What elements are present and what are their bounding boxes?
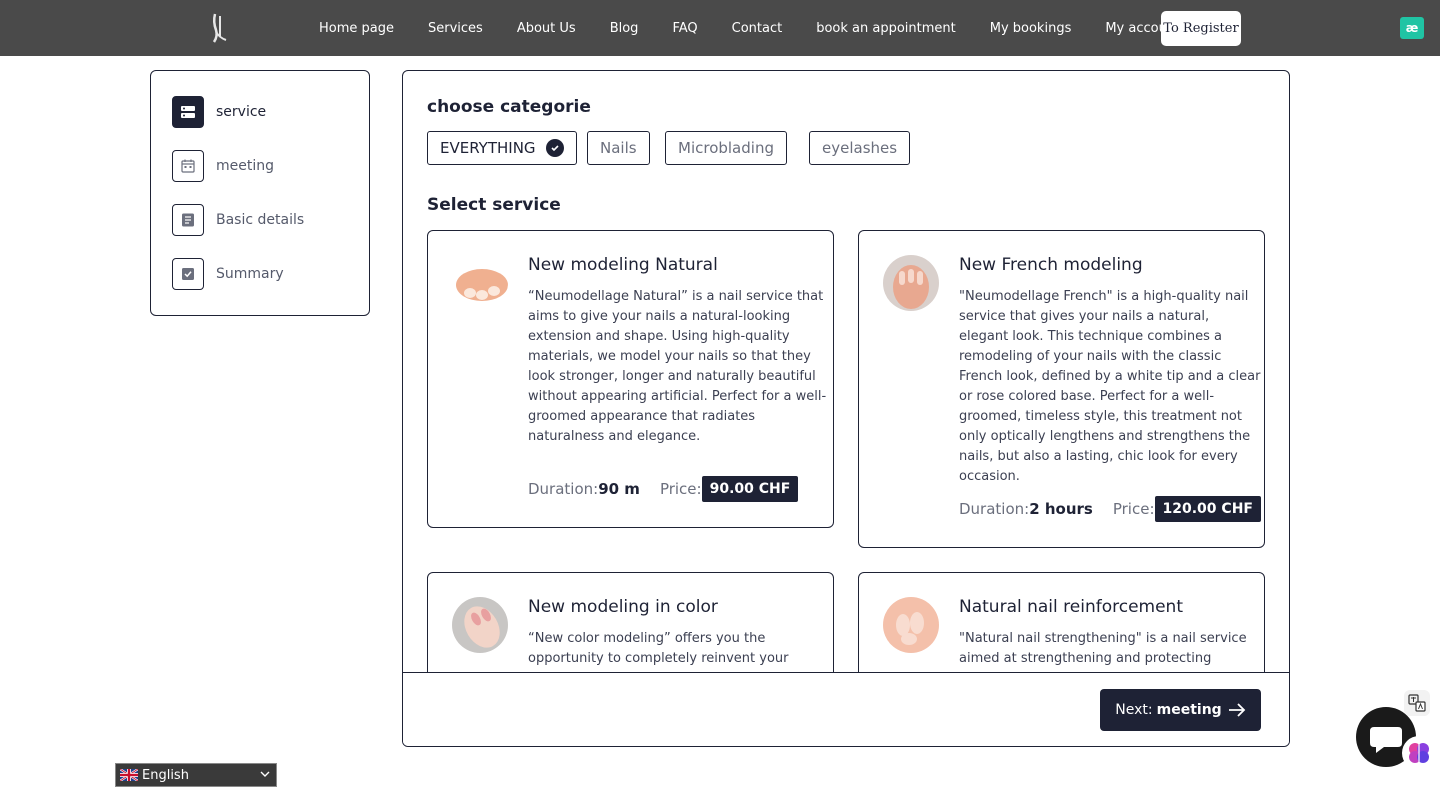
- step-label-service: service: [216, 104, 267, 120]
- extension-icon[interactable]: æ: [1400, 17, 1424, 39]
- duration-value: 2 hours: [1029, 500, 1093, 518]
- category-chip-label: Microblading: [678, 139, 774, 157]
- service-name: New French modeling: [959, 255, 1143, 275]
- service-description: "Neumodellage French" is a high-quality …: [959, 289, 1261, 484]
- service-name: Natural nail reinforcement: [959, 597, 1183, 617]
- nav-home[interactable]: Home page: [319, 21, 394, 36]
- language-label: English: [142, 767, 189, 783]
- step-label-meeting: meeting: [216, 158, 275, 174]
- next-prefix: Next:: [1115, 702, 1153, 718]
- service-description: “Neumodellage Natural” is a nail service…: [528, 289, 827, 444]
- duration-label: Duration:: [528, 480, 599, 498]
- duration-value: 90 m: [598, 480, 640, 498]
- category-chip-everything[interactable]: EVERYTHING: [427, 131, 577, 165]
- step-meeting[interactable]: meeting: [172, 150, 274, 182]
- step-basic-details[interactable]: Basic details: [172, 204, 304, 236]
- service-image: [883, 255, 939, 311]
- service-card-new-french-modeling[interactable]: New French modeling "Neumodellage French…: [858, 230, 1265, 548]
- service-name: New modeling Natural: [528, 255, 718, 275]
- category-chip-label: eyelashes: [822, 139, 898, 157]
- arrow-right-icon: [1228, 703, 1245, 717]
- service-scroll-area[interactable]: choose categorie EVERYTHING Nails Microb…: [403, 71, 1289, 672]
- top-navbar: Home page Services About Us Blog FAQ Con…: [0, 0, 1440, 56]
- main-nav: Home page Services About Us Blog FAQ Con…: [302, 0, 1197, 56]
- calendar-icon: [172, 150, 204, 182]
- service-title: Select service: [427, 195, 561, 215]
- nav-contact[interactable]: Contact: [732, 21, 783, 36]
- register-button[interactable]: To Register: [1161, 11, 1241, 46]
- duration-label: Duration:: [959, 500, 1030, 518]
- chevron-down-icon: [260, 771, 270, 777]
- service-card-new-modeling-color[interactable]: New modeling in color “New color modelin…: [427, 572, 834, 672]
- service-description: "Natural nail strengthening" is a nail s…: [959, 631, 1247, 666]
- category-chip-microblading[interactable]: Microblading: [665, 131, 787, 165]
- nav-book-appointment[interactable]: book an appointment: [816, 21, 956, 36]
- nav-my-bookings[interactable]: My bookings: [990, 21, 1072, 36]
- price-badge: 120.00 CHF: [1154, 496, 1261, 522]
- panel-footer: Next: meeting: [403, 672, 1289, 746]
- step-label-basic-details: Basic details: [216, 212, 305, 228]
- category-chip-label: EVERYTHING: [440, 139, 536, 157]
- check-circle-icon: [545, 139, 564, 157]
- service-card-new-modeling-natural[interactable]: New modeling Natural “Neumodellage Natur…: [427, 230, 834, 528]
- category-chip-nails[interactable]: Nails: [587, 131, 650, 165]
- category-chip-eyelashes[interactable]: eyelashes: [809, 131, 911, 165]
- next-target: meeting: [1156, 702, 1222, 718]
- service-name: New modeling in color: [528, 597, 718, 617]
- category-chip-label: Nails: [600, 139, 637, 157]
- service-card-natural-nail-reinforcement[interactable]: Natural nail reinforcement "Natural nail…: [858, 572, 1265, 672]
- nav-about[interactable]: About Us: [517, 21, 576, 36]
- price-label: Price:: [659, 480, 702, 498]
- service-image: [452, 255, 508, 311]
- service-meta: Duration: 90 m Price: 90.00 CHF: [528, 476, 799, 502]
- uk-flag-icon: [120, 769, 138, 781]
- step-service[interactable]: service: [172, 96, 266, 128]
- ai-brain-icon[interactable]: [1402, 736, 1436, 770]
- price-label: Price:: [1112, 500, 1155, 518]
- booking-panel: choose categorie EVERYTHING Nails Microb…: [402, 70, 1290, 747]
- language-select[interactable]: English: [115, 763, 277, 787]
- service-image: [452, 597, 508, 653]
- service-description: “New color modeling” offers you the oppo…: [528, 631, 789, 666]
- step-summary[interactable]: Summary: [172, 258, 284, 290]
- service-meta: Duration: 2 hours Price: 120.00 CHF: [959, 496, 1261, 522]
- brand-logo-icon[interactable]: [206, 12, 234, 44]
- nav-faq[interactable]: FAQ: [672, 21, 697, 36]
- category-title: choose categorie: [427, 97, 591, 117]
- nav-blog[interactable]: Blog: [610, 21, 639, 36]
- checkbox-icon: [172, 258, 204, 290]
- step-label-summary: Summary: [216, 266, 284, 282]
- booking-steps: service meeting Basic details Summary: [150, 70, 370, 316]
- translate-icon[interactable]: [1404, 690, 1430, 716]
- nav-services[interactable]: Services: [428, 21, 483, 36]
- price-badge: 90.00 CHF: [701, 476, 799, 502]
- next-meeting-button[interactable]: Next: meeting: [1100, 689, 1261, 731]
- document-icon: [172, 204, 204, 236]
- service-image: [883, 597, 939, 653]
- server-icon: [172, 96, 204, 128]
